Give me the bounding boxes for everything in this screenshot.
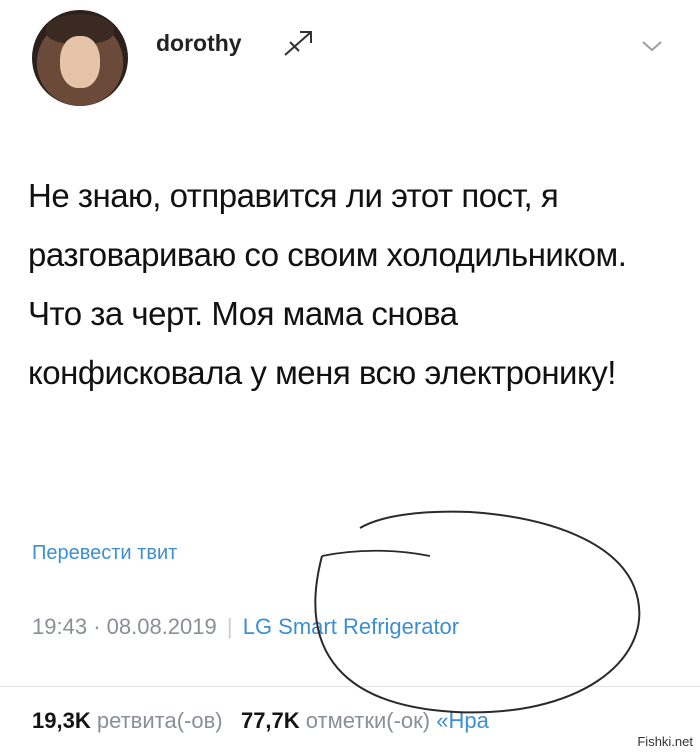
likes-count[interactable]: 77,7K: [241, 708, 300, 733]
tweet-date: 08.08.2019: [106, 614, 217, 639]
avatar[interactable]: [32, 10, 128, 106]
retweets-count[interactable]: 19,3K: [32, 708, 91, 733]
tweet-time: 19:43: [32, 614, 88, 639]
translate-tweet-link[interactable]: Перевести твит: [32, 542, 177, 565]
retweets-label[interactable]: ретвита(-ов): [97, 708, 223, 733]
meta-separator: |: [226, 614, 233, 639]
meta-dot: ·: [93, 614, 107, 639]
username[interactable]: dorothy: [156, 30, 242, 57]
sagittarius-icon: [284, 31, 312, 56]
tweet-source-link[interactable]: LG Smart Refrigerator: [243, 614, 459, 639]
divider: [0, 686, 700, 687]
tweet-text: Не знаю, отправится ли этот пост, я разг…: [28, 177, 627, 391]
avatar-face: [60, 36, 100, 88]
watermark: Fishki.net: [634, 734, 696, 749]
chevron-down-icon[interactable]: [640, 38, 664, 54]
tweet-meta: 19:43 · 08.08.2019 | LG Smart Refrigerat…: [32, 614, 459, 640]
likes-label[interactable]: отметки(-ок): [306, 708, 430, 733]
likes-suffix[interactable]: «Нра: [436, 708, 489, 733]
tweet-stats: 19,3K ретвита(-ов) 77,7K отметки(-ок) «Н…: [32, 708, 489, 734]
